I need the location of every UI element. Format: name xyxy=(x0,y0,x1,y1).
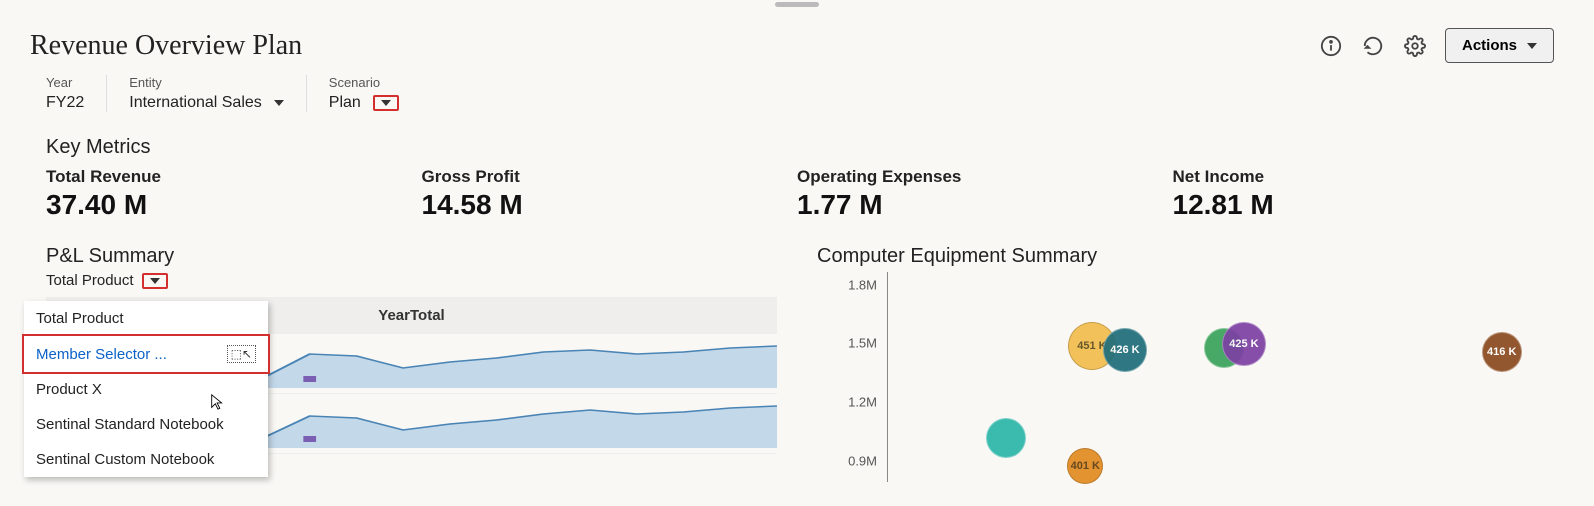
sparkline-chart xyxy=(246,340,777,388)
selector-icon: ⬚↖ xyxy=(227,345,256,363)
equipment-summary-title: Computer Equipment Summary xyxy=(817,245,1548,268)
filter-bar: Year FY22 Entity International Sales Sce… xyxy=(0,63,1594,112)
chevron-down-icon xyxy=(381,100,391,106)
y-tick: 1.8M xyxy=(848,277,877,292)
filter-scenario-value: Plan xyxy=(329,94,361,112)
bubble-point[interactable]: 416 K xyxy=(1482,332,1522,372)
actions-button-label: Actions xyxy=(1462,37,1517,54)
dropdown-item-total-product[interactable]: Total Product xyxy=(24,301,268,336)
filter-year-label: Year xyxy=(46,75,84,90)
chevron-down-icon[interactable] xyxy=(274,100,284,106)
gear-icon[interactable] xyxy=(1403,34,1427,58)
dropdown-item-label: Member Selector ... xyxy=(36,346,167,363)
filter-scenario-label: Scenario xyxy=(329,75,399,90)
drag-handle[interactable] xyxy=(775,2,819,7)
pl-summary-title: P&L Summary xyxy=(46,245,777,268)
metric-value: 37.40 M xyxy=(46,189,422,221)
metric-label: Total Revenue xyxy=(46,167,422,187)
actions-button[interactable]: Actions xyxy=(1445,28,1554,63)
header-controls: Actions xyxy=(1319,28,1554,63)
page-title: Revenue Overview Plan xyxy=(30,30,302,62)
key-metrics-title: Key Metrics xyxy=(46,136,1594,159)
y-tick: 1.5M xyxy=(848,336,877,351)
dropdown-item-product-x[interactable]: Product X xyxy=(24,372,268,407)
bubble-chart: 1.8M 1.5M 1.2M 0.9M 451 K426 K401 K425 K… xyxy=(829,272,1548,482)
metric-net-income: Net Income 12.81 M xyxy=(1173,167,1549,221)
filter-year: Year FY22 xyxy=(46,75,107,112)
key-metrics-row: Total Revenue 37.40 M Gross Profit 14.58… xyxy=(0,167,1594,221)
bubble-point[interactable]: 425 K xyxy=(1222,322,1266,366)
product-selector[interactable]: Total Product xyxy=(46,272,777,289)
product-dropdown-highlight[interactable] xyxy=(142,273,168,289)
metric-value: 14.58 M xyxy=(422,189,798,221)
product-selector-value: Total Product xyxy=(46,272,134,289)
equipment-summary-panel: Computer Equipment Summary 1.8M 1.5M 1.2… xyxy=(817,245,1548,482)
dropdown-item-member-selector[interactable]: Member Selector ... ⬚↖ xyxy=(22,334,270,374)
metric-label: Gross Profit xyxy=(422,167,798,187)
refresh-icon[interactable] xyxy=(1361,34,1385,58)
bubble-point[interactable]: 426 K xyxy=(1103,328,1147,372)
metric-total-revenue: Total Revenue 37.40 M xyxy=(46,167,422,221)
y-axis: 1.8M 1.5M 1.2M 0.9M xyxy=(829,272,883,482)
metric-label: Operating Expenses xyxy=(797,167,1173,187)
pl-summary-panel: P&L Summary Total Product Total Product … xyxy=(46,245,777,482)
bubble-point[interactable]: 401 K xyxy=(1067,448,1103,484)
y-tick: 0.9M xyxy=(848,454,877,469)
bubble-point[interactable] xyxy=(986,418,1026,458)
bubble-plot: 451 K426 K401 K425 K416 K xyxy=(887,272,1548,482)
filter-year-value: FY22 xyxy=(46,94,84,112)
metric-gross-profit: Gross Profit 14.58 M xyxy=(422,167,798,221)
chevron-down-icon xyxy=(1527,43,1537,49)
metric-value: 12.81 M xyxy=(1173,189,1549,221)
metric-operating-expenses: Operating Expenses 1.77 M xyxy=(797,167,1173,221)
dropdown-item-sentinal-custom[interactable]: Sentinal Custom Notebook xyxy=(24,442,268,477)
filter-entity: Entity International Sales xyxy=(129,75,307,112)
filter-entity-value: International Sales xyxy=(129,94,262,112)
metric-value: 1.77 M xyxy=(797,189,1173,221)
chevron-down-icon xyxy=(150,278,160,284)
filter-entity-label: Entity xyxy=(129,75,284,90)
y-tick: 1.2M xyxy=(848,395,877,410)
sparkline-chart xyxy=(246,400,777,448)
info-icon[interactable] xyxy=(1319,34,1343,58)
dropdown-item-sentinal-standard[interactable]: Sentinal Standard Notebook xyxy=(24,407,268,442)
scenario-dropdown-highlight[interactable] xyxy=(373,95,399,111)
product-dropdown-menu: Total Product Member Selector ... ⬚↖ Pro… xyxy=(24,301,268,477)
filter-scenario: Scenario Plan xyxy=(329,75,421,112)
metric-label: Net Income xyxy=(1173,167,1549,187)
